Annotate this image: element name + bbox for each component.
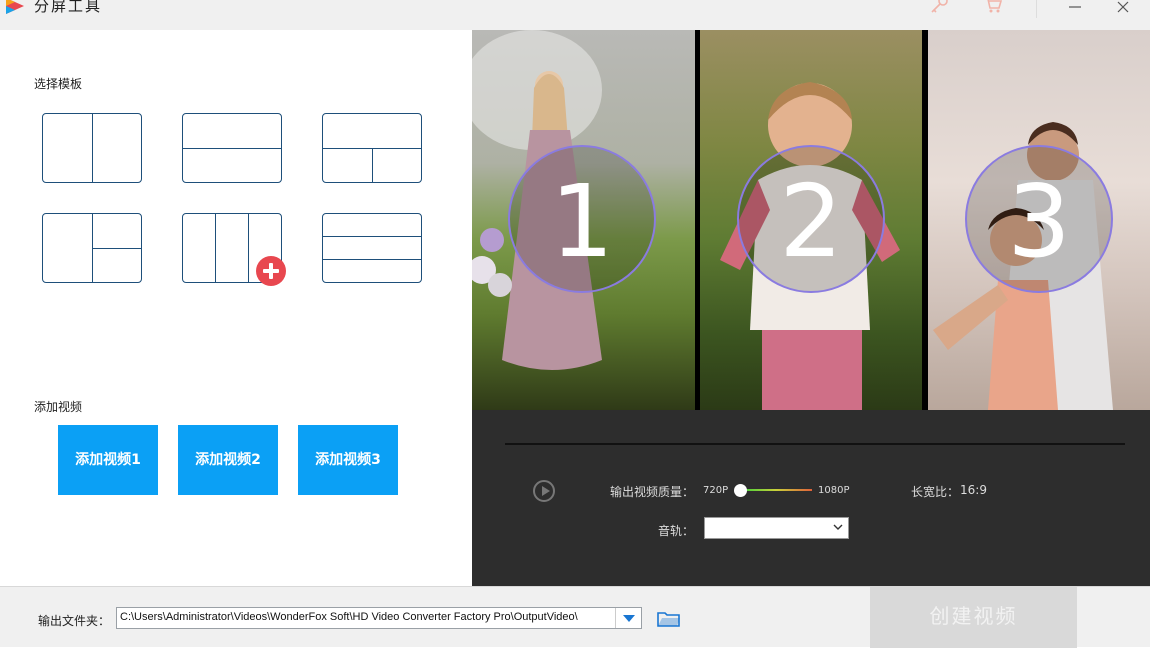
close-button[interactable]: [1112, 0, 1134, 18]
preview-pane-3[interactable]: 3: [928, 30, 1150, 410]
template-three-rows[interactable]: [322, 213, 422, 283]
pane-2-number: 2: [779, 163, 843, 280]
add-video-2-button[interactable]: 添加视频2: [178, 425, 278, 495]
app-logo-icon: [6, 0, 24, 14]
title-bar: 分屏工具: [0, 0, 1150, 30]
template-divider: [215, 214, 216, 282]
quality-label: 输出视频质量：: [610, 485, 695, 499]
template-two-rows[interactable]: [182, 113, 282, 183]
template-top-and-two-bottom[interactable]: [322, 113, 422, 183]
key-icon[interactable]: [928, 0, 950, 16]
add-video-1-button[interactable]: 添加视频1: [58, 425, 158, 495]
template-divider: [92, 248, 141, 249]
output-folder-label: 输出文件夹：: [38, 614, 111, 628]
add-icon: [256, 256, 286, 286]
audio-track-select[interactable]: [704, 517, 849, 539]
template-divider: [372, 148, 373, 182]
pane-3-number: 3: [1007, 163, 1071, 280]
quality-slider-track[interactable]: [740, 489, 812, 491]
playback-controls: 输出视频质量： 720P 1080P 长宽比： 16:9 音轨：: [472, 410, 1150, 586]
template-divider: [323, 259, 421, 260]
output-path-text: C:\Users\Administrator\Videos\WonderFox …: [120, 611, 578, 623]
titlebar-divider: [1036, 0, 1037, 18]
timeline-scrubber[interactable]: [505, 443, 1125, 445]
minimize-icon: [1069, 6, 1081, 8]
close-icon: [1117, 1, 1129, 13]
quality-min-label: 720P: [703, 485, 729, 496]
pane-1-number: 1: [550, 163, 614, 280]
template-section-label: 选择模板: [34, 77, 83, 91]
minimize-button[interactable]: [1064, 0, 1086, 18]
create-video-button[interactable]: 创建视频: [870, 587, 1077, 648]
cart-icon[interactable]: [982, 0, 1004, 16]
folder-open-icon[interactable]: [657, 610, 681, 628]
app-title: 分屏工具: [34, 0, 103, 15]
aspect-ratio-label: 长宽比：: [911, 485, 960, 499]
template-divider: [183, 148, 281, 149]
preview-area: 1 2 3: [472, 30, 1150, 410]
template-left-and-two-right[interactable]: [42, 213, 142, 283]
quality-max-label: 1080P: [818, 485, 850, 496]
chevron-down-icon: [833, 524, 843, 530]
template-three-columns[interactable]: [182, 213, 286, 286]
add-video-3-button[interactable]: 添加视频3: [298, 425, 398, 495]
template-two-columns[interactable]: [42, 113, 142, 183]
output-path-dropdown[interactable]: [615, 608, 641, 628]
template-divider: [248, 214, 249, 282]
audio-track-label: 音轨：: [658, 524, 695, 538]
play-button[interactable]: [533, 480, 555, 502]
preview-pane-2[interactable]: 2: [700, 30, 922, 410]
video-section-label: 添加视频: [34, 400, 83, 414]
template-divider: [323, 236, 421, 237]
preview-pane-1[interactable]: 1: [472, 30, 695, 410]
left-panel: 选择模板 添加视频 添加视频1 添加视频2 添加视频3: [0, 30, 472, 586]
template-divider: [92, 114, 93, 182]
bottom-bar: 输出文件夹： C:\Users\Administrator\Videos\Won…: [0, 586, 1150, 648]
quality-slider-handle[interactable]: [734, 484, 747, 497]
aspect-ratio-value: 16:9: [960, 483, 987, 497]
output-path-field[interactable]: C:\Users\Administrator\Videos\WonderFox …: [116, 607, 642, 629]
